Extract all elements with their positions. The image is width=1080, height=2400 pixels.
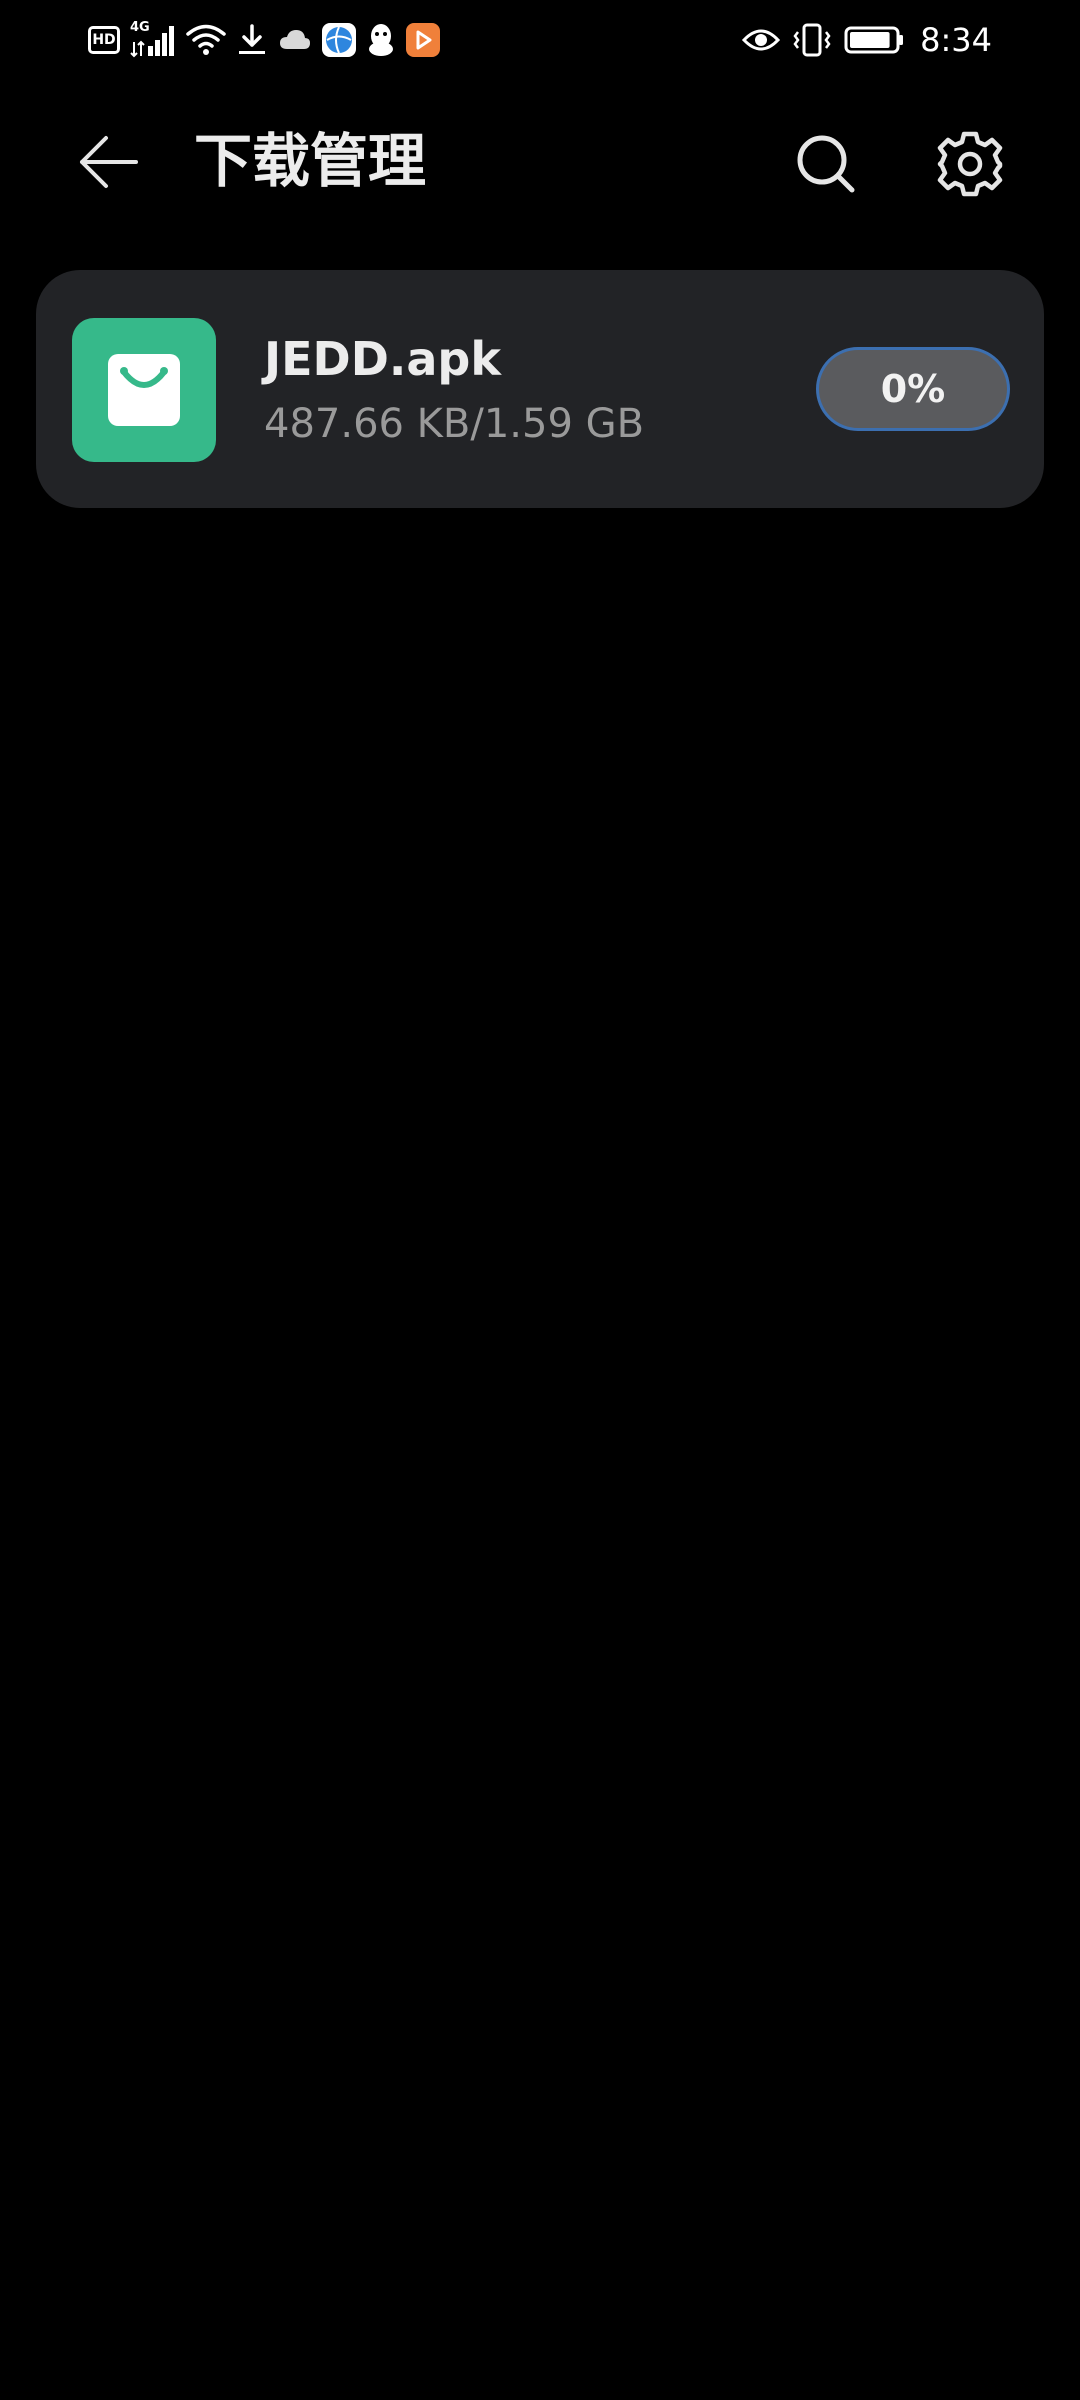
search-button[interactable] — [786, 124, 866, 204]
vibrate-icon — [792, 22, 832, 58]
status-time: 8:34 — [920, 21, 992, 59]
apk-file-icon — [72, 318, 216, 462]
wifi-icon — [186, 23, 226, 57]
battery-icon — [844, 25, 904, 55]
browser-app-icon — [322, 23, 356, 57]
search-icon — [797, 135, 855, 193]
eye-icon — [742, 26, 781, 54]
settings-button[interactable] — [930, 124, 1010, 204]
qq-penguin-icon — [366, 22, 396, 58]
cloud-icon — [278, 27, 312, 53]
4g-signal-icon: 4G — [130, 20, 176, 58]
download-progress-button[interactable]: 0% — [816, 347, 1010, 431]
status-bar-system: 8:34 — [742, 18, 992, 62]
status-bar-notifications: HD 4G — [88, 18, 440, 62]
back-arrow-icon — [80, 136, 138, 188]
video-app-icon — [406, 23, 440, 57]
gear-icon — [937, 131, 1003, 197]
file-size-progress: 487.66 KB/1.59 GB — [264, 401, 645, 447]
network-type-label: 4G — [130, 20, 150, 35]
hd-icon: HD — [88, 26, 120, 54]
download-manager-screen: HD 4G 8:34 下载管理 JEDD.apk 487.66 KB/1.59 … — [0, 0, 1080, 2400]
download-item[interactable]: JEDD.apk 487.66 KB/1.59 GB 0% — [36, 270, 1044, 508]
file-name: JEDD.apk — [264, 332, 501, 386]
app-bar: 下载管理 — [0, 100, 1080, 224]
status-bar: HD 4G 8:34 — [0, 0, 1080, 80]
page-title: 下载管理 — [194, 127, 427, 195]
shopping-bag-icon — [108, 354, 180, 426]
download-icon — [236, 23, 268, 57]
back-button[interactable] — [66, 126, 150, 198]
progress-percent: 0% — [880, 367, 946, 411]
